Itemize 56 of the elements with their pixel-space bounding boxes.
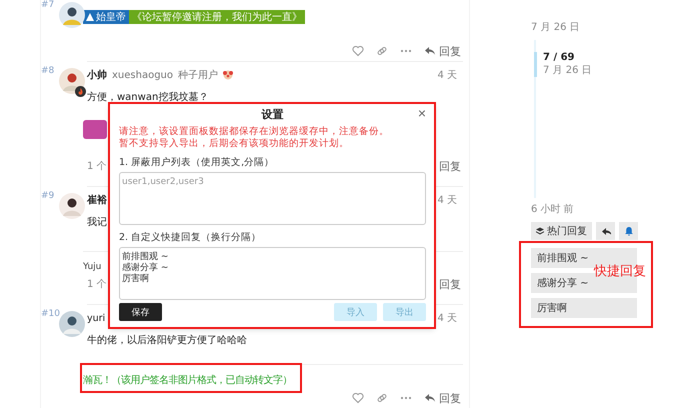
clown-icon (223, 70, 234, 80)
post-position: 7 / 69 (543, 52, 576, 63)
timeline-date[interactable]: 6 小时 前 (531, 202, 690, 216)
heart-icon[interactable] (352, 392, 364, 404)
field-label: 1. 屏蔽用户列表（使用英文,分隔） (119, 156, 276, 169)
signature-text: 瀚瓦！（该用户签名非图片格式，已自动转文字） (83, 375, 292, 386)
layers-icon (536, 227, 544, 235)
field-label: 2. 自定义快捷回复（换行分隔） (119, 231, 262, 244)
post-text: 方便，wanwan挖我坟墓？ (87, 90, 210, 104)
hot-replies-button[interactable]: 热门回复 (531, 222, 592, 240)
reply-button[interactable]: 回复 (424, 390, 461, 406)
reply-icon (600, 226, 610, 236)
bell-icon (624, 226, 634, 236)
close-button[interactable]: × (418, 106, 426, 120)
dialog-title: 设置 (262, 106, 284, 122)
motto-badge: 《论坛暂停邀请注册，我们为此一直》 (129, 10, 305, 24)
avatar (59, 193, 85, 219)
post-time: 4 天 (437, 194, 457, 207)
warning-text: 暂不支持导入导出，后期会有该项功能的开发计划。 (119, 138, 350, 150)
avatar (59, 2, 85, 28)
quick-reply-button[interactable]: 厉害啊 (531, 298, 637, 318)
reply-button[interactable] (596, 222, 615, 240)
post-text: 牛的佬，以后洛阳铲更方便了哈哈哈 (87, 334, 248, 347)
link-icon[interactable] (376, 45, 388, 57)
signature-text: Yuju (83, 262, 102, 272)
input-field[interactable]: 前排围观 ~ 感谢分享 ~ 厉害啊 (119, 247, 426, 300)
reply-button[interactable]: 回复 (439, 276, 461, 292)
warning-text: 请注意，该设置面板数据都保存在浏览器缓存中，注意备份。 (119, 126, 390, 138)
position-date: 7 月 26 日 (543, 64, 593, 77)
heart-icon[interactable] (352, 45, 364, 57)
reply-icon (424, 392, 436, 404)
user-title: 种子用户 (178, 68, 218, 82)
author-name[interactable]: 小帅 (87, 68, 107, 82)
timeline-date[interactable]: 7 月 26 日 (531, 20, 690, 34)
save-button[interactable]: 保存 (119, 303, 162, 321)
reply-button[interactable]: 回复 (439, 158, 461, 174)
avatar (59, 311, 85, 337)
replies-link[interactable]: 1 个 (87, 277, 107, 291)
author-name[interactable]: 崔裕 (87, 193, 107, 207)
rank-badge: 始皇帝 (83, 10, 129, 24)
flame-icon (75, 86, 86, 97)
input-field[interactable]: user1,user2,user3 (119, 172, 426, 225)
username[interactable]: xueshaoguo (112, 70, 174, 80)
post-time: 4 天 (437, 69, 457, 82)
reply-button[interactable]: 回复 (424, 44, 461, 58)
post-text: 我记 (87, 216, 108, 229)
timeline-track[interactable]: 7 / 69 7 月 26 日 (534, 40, 690, 198)
post-time: 4 天 (437, 312, 457, 325)
link-icon[interactable] (376, 392, 388, 404)
author-name[interactable]: yuri (87, 312, 106, 324)
replies-link[interactable]: 1 个 (87, 159, 107, 173)
timeline-handle[interactable]: 7 / 69 7 月 26 日 (534, 52, 690, 77)
notification-button[interactable] (619, 222, 638, 240)
button[interactable] (83, 120, 107, 139)
tent-icon (86, 13, 94, 21)
reply-icon (424, 45, 436, 57)
